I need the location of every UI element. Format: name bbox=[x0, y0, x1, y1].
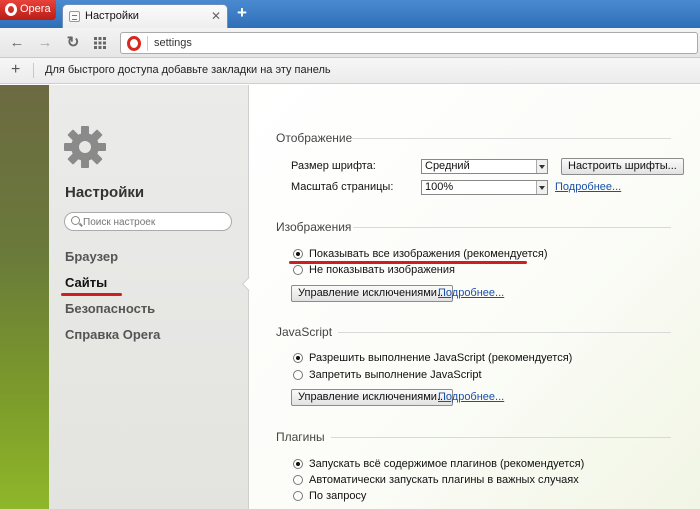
images-hide-radio[interactable] bbox=[293, 265, 303, 275]
opera-menu-label: Opera bbox=[20, 3, 51, 15]
font-size-label: Размер шрифта: bbox=[291, 160, 376, 172]
address-bar[interactable]: settings bbox=[120, 32, 698, 54]
chevron-down-icon bbox=[536, 160, 547, 173]
sidebar-item-browser[interactable]: Браузер bbox=[65, 249, 118, 264]
js-manage-exceptions-button[interactable]: Управление исключениями... bbox=[291, 389, 454, 406]
zoom-value: 100% bbox=[425, 181, 454, 193]
back-icon[interactable]: ← bbox=[9, 34, 25, 52]
font-size-value: Средний bbox=[425, 160, 470, 172]
tab-settings[interactable]: Настройки ✕ bbox=[62, 4, 228, 28]
opera-menu-button[interactable]: Opera bbox=[0, 0, 56, 20]
js-block-label[interactable]: Запретить выполнение JavaScript bbox=[309, 369, 482, 381]
images-show-all-label[interactable]: Показывать все изображения (рекомендуетс… bbox=[309, 248, 548, 260]
add-bookmark-icon[interactable]: + bbox=[11, 61, 20, 79]
chevron-down-icon bbox=[536, 181, 547, 194]
forward-icon[interactable]: → bbox=[37, 34, 53, 52]
display-more-link[interactable]: Подробнее... bbox=[555, 181, 621, 193]
sidebar-item-security[interactable]: Безопасность bbox=[65, 301, 155, 316]
plugins-run-all-label[interactable]: Запускать всё содержимое плагинов (реком… bbox=[309, 458, 584, 470]
configure-fonts-button[interactable]: Настроить шрифты... bbox=[561, 158, 684, 175]
address-divider bbox=[147, 36, 148, 51]
section-title-display: Отображение bbox=[276, 131, 353, 145]
images-show-all-radio[interactable] bbox=[293, 249, 303, 259]
bookmarks-bar: + Для быстрого доступа добавьте закладки… bbox=[0, 58, 700, 84]
tab-strip: Opera Настройки ✕ + bbox=[0, 0, 700, 28]
active-item-underline bbox=[61, 293, 122, 296]
bookmarks-divider bbox=[33, 63, 34, 78]
search-icon bbox=[71, 216, 80, 225]
speed-dial-icon[interactable] bbox=[94, 37, 106, 49]
plugins-on-demand-radio[interactable] bbox=[293, 491, 303, 501]
opera-logo-icon bbox=[5, 3, 17, 16]
gear-icon bbox=[64, 126, 106, 168]
search-input[interactable] bbox=[83, 215, 223, 229]
section-title-plugins: Плагины bbox=[276, 430, 325, 444]
sidebar-title: Настройки bbox=[65, 184, 145, 201]
section-title-images: Изображения bbox=[276, 220, 352, 234]
images-hide-label[interactable]: Не показывать изображения bbox=[309, 264, 455, 276]
address-text[interactable]: settings bbox=[154, 37, 192, 49]
page-icon bbox=[69, 11, 80, 22]
close-tab-icon[interactable]: ✕ bbox=[211, 9, 221, 23]
plugins-auto-label[interactable]: Автоматически запускать плагины в важных… bbox=[309, 474, 579, 486]
plugins-run-all-radio[interactable] bbox=[293, 459, 303, 469]
zoom-select[interactable]: 100% bbox=[421, 180, 548, 195]
js-allow-radio[interactable] bbox=[293, 353, 303, 363]
js-block-radio[interactable] bbox=[293, 370, 303, 380]
sidebar-item-sites[interactable]: Сайты bbox=[65, 275, 107, 290]
plugins-auto-radio[interactable] bbox=[293, 475, 303, 485]
section-title-javascript: JavaScript bbox=[276, 325, 333, 339]
images-manage-exceptions-button[interactable]: Управление исключениями... bbox=[291, 285, 454, 302]
navigation-toolbar: ← → ↻ settings bbox=[0, 28, 700, 58]
section-rule bbox=[331, 437, 671, 438]
font-size-select[interactable]: Средний bbox=[421, 159, 548, 174]
section-rule bbox=[351, 138, 671, 139]
new-tab-button[interactable]: + bbox=[233, 4, 251, 23]
background-edge bbox=[0, 85, 49, 509]
settings-content: Отображение Размер шрифта: Средний Настр… bbox=[250, 85, 700, 509]
js-allow-label[interactable]: Разрешить выполнение JavaScript (рекомен… bbox=[309, 352, 572, 364]
sidebar-item-help[interactable]: Справка Opera bbox=[65, 327, 160, 342]
zoom-label: Масштаб страницы: bbox=[291, 181, 394, 193]
settings-search[interactable] bbox=[64, 212, 232, 231]
settings-sidebar: Настройки Браузер Сайты Безопасность Спр… bbox=[49, 85, 249, 509]
reload-icon[interactable]: ↻ bbox=[65, 34, 81, 52]
plugins-on-demand-label[interactable]: По запросу bbox=[309, 490, 366, 502]
bookmarks-hint: Для быстрого доступа добавьте закладки н… bbox=[45, 64, 331, 76]
opera-page-icon bbox=[127, 36, 141, 51]
section-rule bbox=[338, 332, 671, 333]
images-more-link[interactable]: Подробнее... bbox=[438, 287, 504, 299]
js-more-link[interactable]: Подробнее... bbox=[438, 391, 504, 403]
tab-title: Настройки bbox=[85, 10, 139, 22]
section-rule bbox=[353, 227, 671, 228]
